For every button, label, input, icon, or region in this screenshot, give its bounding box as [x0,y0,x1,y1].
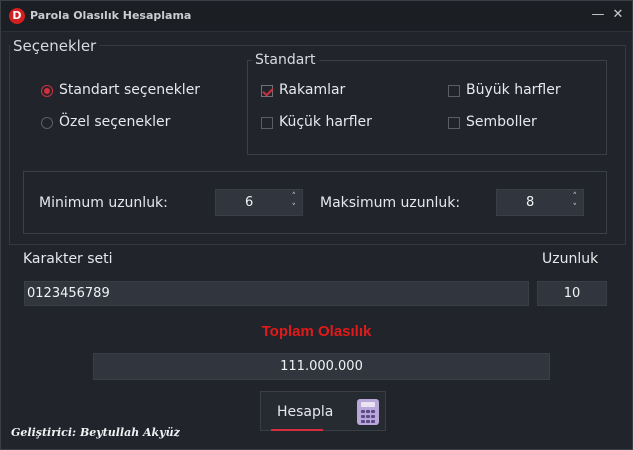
title-bar[interactable]: D Parola Olasılık Hesaplama — ✕ [1,1,632,32]
min-length-label: Minimum uzunluk: [39,195,168,211]
min-length-up-icon[interactable]: ˄ [292,193,297,202]
button-accent-line [271,429,323,431]
calculator-icon [357,399,379,425]
minimize-button[interactable]: — [591,8,605,22]
uppercase-checkbox[interactable] [448,85,460,97]
charset-input[interactable]: 0123456789 [24,281,529,306]
max-length-stepper[interactable]: 8 ˄ ˅ [496,189,584,216]
custom-options-radio[interactable] [41,117,53,129]
close-button[interactable]: ✕ [611,8,625,22]
digits-label[interactable]: Rakamlar [279,82,345,98]
min-length-value: 6 [245,195,254,210]
charset-length-field: 10 [537,281,607,306]
max-length-up-icon[interactable]: ˄ [573,193,578,202]
charset-length-label: Uzunluk [542,251,599,267]
uppercase-label[interactable]: Büyük harfler [466,82,561,98]
min-length-down-icon[interactable]: ˅ [292,204,297,213]
standard-options-radio[interactable] [41,85,53,97]
total-probability-field: 111.000.000 [93,353,550,380]
max-length-label: Maksimum uzunluk: [320,195,461,211]
options-group-title: Seçenekler [10,37,100,55]
symbols-checkbox[interactable] [448,117,460,129]
window-title: Parola Olasılık Hesaplama [30,9,192,22]
developer-credit: Geliştirici: Beytullah Akyüz [11,426,180,439]
calculate-button-label: Hesapla [277,404,334,420]
lowercase-checkbox[interactable] [261,117,273,129]
symbols-label[interactable]: Semboller [466,114,537,130]
standard-group [247,60,607,155]
standard-group-title: Standart [252,52,319,68]
calculate-button[interactable]: Hesapla [260,391,386,431]
app-window: D Parola Olasılık Hesaplama — ✕ Seçenekl… [0,0,633,450]
lowercase-label[interactable]: Küçük harfler [279,114,372,130]
custom-options-label[interactable]: Özel seçenekler [59,114,170,130]
standard-options-label[interactable]: Standart seçenekler [59,82,200,98]
min-length-stepper[interactable]: 6 ˄ ˅ [215,189,303,216]
app-logo-icon: D [9,8,25,24]
charset-label: Karakter seti [23,251,113,267]
max-length-value: 8 [526,195,535,210]
digits-checkbox[interactable] [261,85,273,97]
total-probability-title: Toplam Olasılık [261,323,372,340]
max-length-down-icon[interactable]: ˅ [573,204,578,213]
